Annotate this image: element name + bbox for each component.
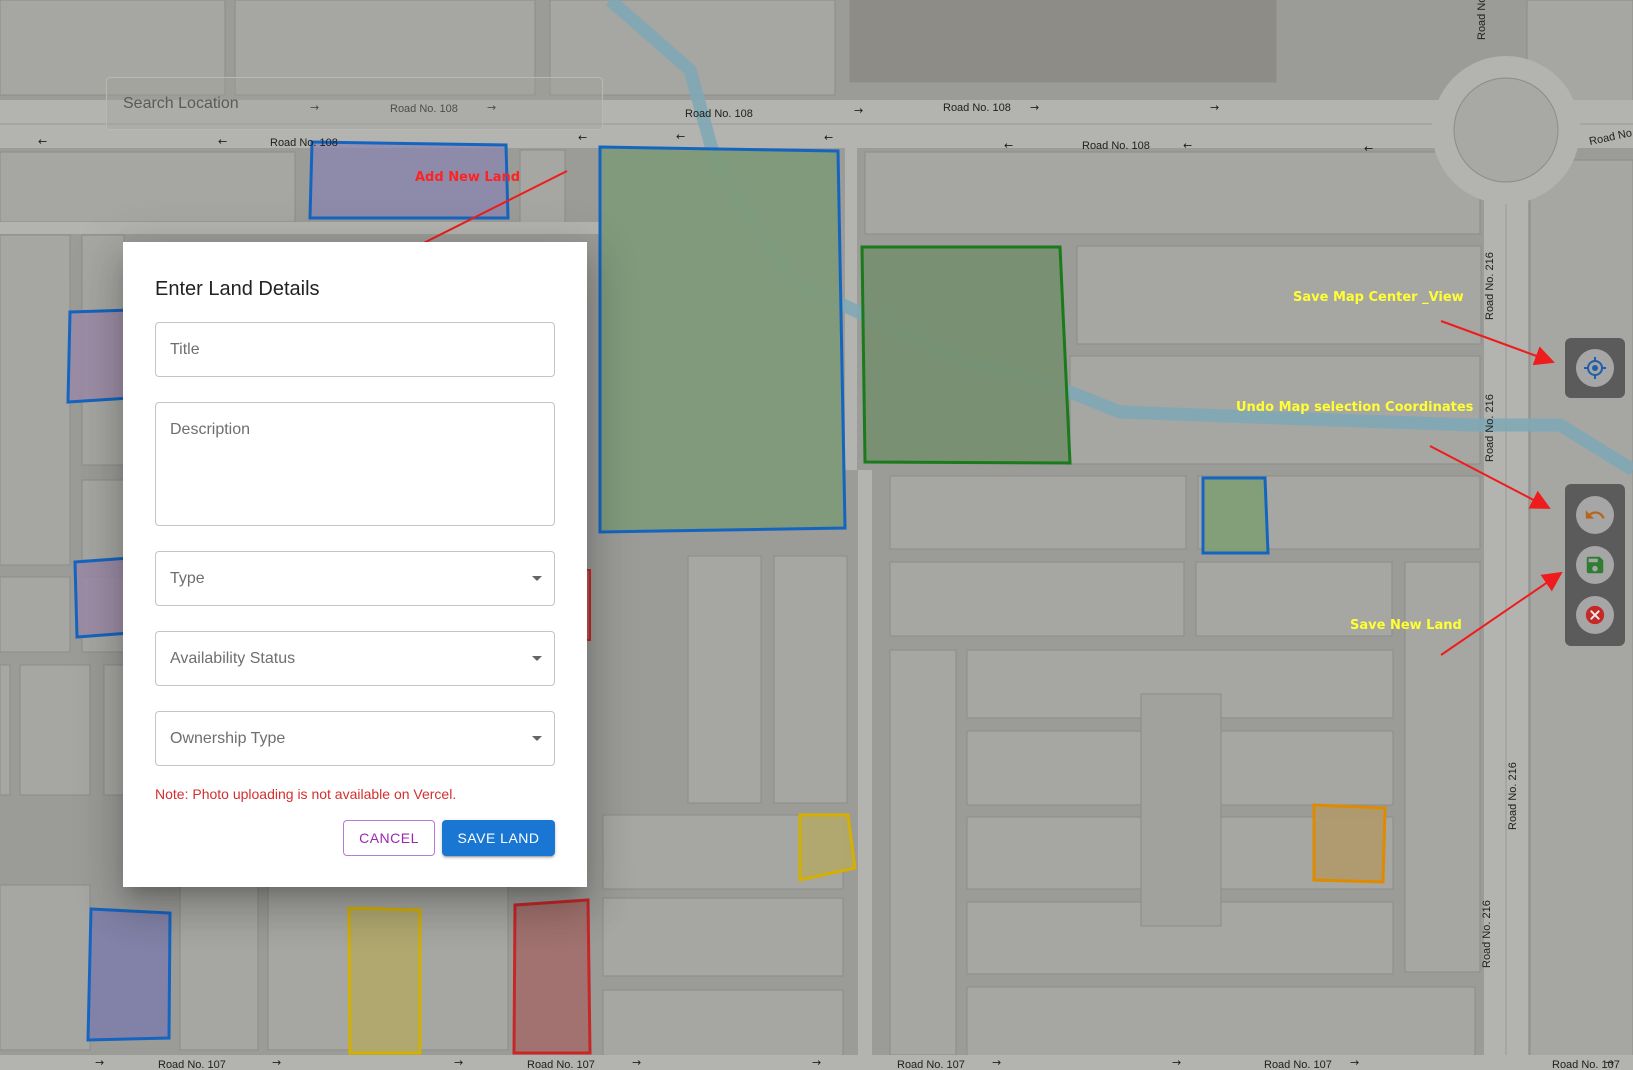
- annotation-undo-selection: Undo Map selection Coordinates: [1236, 400, 1474, 415]
- svg-text:←: ←: [218, 135, 227, 148]
- type-select[interactable]: Type: [155, 551, 555, 606]
- title-field[interactable]: Title: [155, 322, 555, 377]
- save-map-center-button[interactable]: [1576, 349, 1614, 387]
- crosshair-icon: [1584, 357, 1606, 379]
- road-label: Road No. 108: [685, 108, 753, 120]
- svg-text:→: →: [632, 1056, 641, 1069]
- undo-icon: [1585, 510, 1605, 519]
- svg-text:←: ←: [676, 130, 685, 143]
- cancel-icon: [1585, 605, 1605, 625]
- photo-upload-note: Note: Photo uploading is not available o…: [155, 786, 457, 802]
- svg-text:→: →: [1210, 101, 1219, 114]
- svg-text:→: →: [812, 1056, 821, 1069]
- cancel-button[interactable]: CANCEL: [343, 820, 435, 856]
- dialog-title: Enter Land Details: [155, 278, 320, 300]
- road-label: Road No. 216: [1507, 762, 1519, 830]
- chevron-down-icon: [532, 575, 542, 581]
- save-icon: [1586, 556, 1604, 574]
- save-new-land-button[interactable]: [1576, 546, 1614, 584]
- road-label: Road No. 108: [270, 137, 338, 149]
- svg-text:→: →: [272, 1056, 281, 1069]
- svg-text:→: →: [1350, 1056, 1359, 1069]
- road-label: Road No. 216: [1481, 900, 1493, 968]
- cancel-land-button[interactable]: [1576, 596, 1614, 634]
- svg-text:→: →: [1172, 1056, 1181, 1069]
- type-placeholder: Type: [170, 570, 205, 587]
- search-location-input[interactable]: [121, 93, 588, 114]
- save-land-button[interactable]: SAVE LAND: [442, 820, 555, 856]
- annotation-add-new-land: Add New Land: [415, 170, 521, 185]
- svg-text:←: ←: [578, 131, 587, 144]
- svg-text:→: →: [854, 104, 863, 117]
- annotation-save-new-land: Save New Land: [1350, 618, 1462, 633]
- svg-text:→: →: [454, 1056, 463, 1069]
- road-label: Road No. 216: [1476, 0, 1488, 40]
- road-label: Road No. 108: [1082, 140, 1150, 152]
- road-label: Road No. 108: [943, 102, 1011, 114]
- svg-text:→: →: [1605, 1056, 1614, 1069]
- map-center-toolbar: [1565, 338, 1625, 398]
- description-placeholder: Description: [170, 421, 251, 438]
- chevron-down-icon: [532, 655, 542, 661]
- title-placeholder: Title: [170, 341, 200, 358]
- search-location-field[interactable]: [106, 77, 603, 130]
- svg-text:→: →: [95, 1056, 104, 1069]
- svg-text:←: ←: [824, 131, 833, 144]
- annotation-save-map-center: Save Map Center _View: [1293, 290, 1464, 305]
- road-label: Road No. 216: [1484, 252, 1496, 320]
- svg-text:→: →: [992, 1056, 1001, 1069]
- road-label: Road No. 107: [527, 1059, 595, 1070]
- svg-text:←: ←: [1004, 139, 1013, 152]
- land-edit-toolbar: [1565, 484, 1625, 646]
- road-label: Road No. 216: [1484, 394, 1496, 462]
- road-label: Road No. 107: [897, 1059, 965, 1070]
- undo-selection-button[interactable]: [1576, 496, 1614, 534]
- availability-placeholder: Availability Status: [170, 650, 296, 667]
- ownership-placeholder: Ownership Type: [170, 730, 286, 747]
- availability-status-select[interactable]: Availability Status: [155, 631, 555, 686]
- land-details-dialog: Enter Land Details Title Description Typ…: [123, 242, 587, 887]
- svg-text:←: ←: [1183, 139, 1192, 152]
- chevron-down-icon: [532, 735, 542, 741]
- ownership-type-select[interactable]: Ownership Type: [155, 711, 555, 766]
- svg-text:←: ←: [1364, 142, 1373, 155]
- svg-text:←: ←: [38, 135, 47, 148]
- road-label: Road No. 107: [1264, 1059, 1332, 1070]
- road-label: Road No. 107: [158, 1059, 226, 1070]
- description-field[interactable]: Description: [155, 402, 555, 526]
- svg-text:→: →: [1030, 101, 1039, 114]
